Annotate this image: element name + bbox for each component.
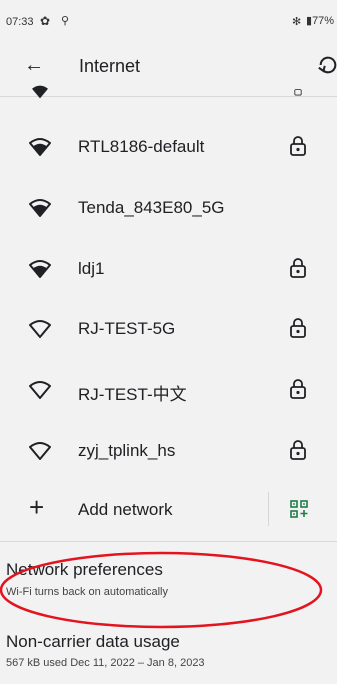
wifi-signal-icon — [29, 320, 51, 338]
battery-level: 77% — [312, 15, 335, 27]
wifi-network-row[interactable]: Tenda_843E80_5G — [0, 178, 337, 238]
add-network-label: Add network — [78, 500, 173, 519]
qr-code-scan-icon[interactable] — [290, 500, 308, 518]
status-time: 07:33 — [6, 16, 34, 28]
vertical-divider — [268, 492, 269, 526]
wifi-icon — [32, 85, 48, 99]
network-name: RJ-TEST-中文 — [78, 385, 187, 404]
wifi-network-row[interactable]: ldj1 — [0, 239, 337, 299]
network-name: Tenda_843E80_5G — [78, 198, 225, 217]
status-bar: 07:33 ✿ ⚲ ✻ ▮77% — [0, 0, 337, 40]
wifi-signal-icon — [29, 381, 51, 399]
network-name: RJ-TEST-5G — [78, 319, 176, 338]
page-title: Internet — [79, 56, 141, 76]
network-name: ldj1 — [78, 259, 105, 278]
lock-icon — [290, 136, 306, 156]
section-divider — [0, 541, 337, 542]
back-arrow-icon[interactable]: ← — [24, 53, 44, 77]
network-name: zyj_tplink_hs — [78, 441, 176, 460]
gear-icon: ✿ — [40, 14, 51, 28]
lock-icon — [290, 379, 306, 399]
non-carrier-data-usage-subtitle: 567 kB used Dec 11, 2022 – Jan 8, 2023 — [6, 657, 205, 669]
non-carrier-data-usage-item[interactable]: Non-carrier data usage 567 kB used Dec 1… — [0, 622, 337, 682]
wifi-signal-icon — [29, 260, 51, 278]
usb-icon: ⚲ — [61, 15, 70, 27]
wifi-signal-icon — [29, 442, 51, 460]
plus-icon: + — [29, 492, 45, 522]
lock-icon — [290, 440, 306, 460]
network-preferences-subtitle: Wi-Fi turns back on automatically — [6, 586, 168, 598]
lock-icon — [294, 89, 302, 96]
wifi-network-row[interactable]: RJ-TEST-5G — [0, 299, 337, 359]
network-preferences-title: Network preferences — [6, 560, 163, 579]
battery-indicator: ▮77% — [306, 15, 335, 27]
add-network-row[interactable]: + Add network — [0, 480, 337, 540]
network-name: RTL8186-default — [78, 137, 205, 156]
non-carrier-data-usage-title: Non-carrier data usage — [6, 632, 180, 651]
lock-icon — [290, 318, 306, 338]
wifi-network-row[interactable]: RTL8186-default — [0, 117, 337, 177]
lock-icon — [290, 258, 306, 278]
bluetooth-icon: ✻ — [292, 16, 302, 28]
wifi-signal-icon — [29, 199, 51, 217]
refresh-icon[interactable] — [317, 54, 337, 76]
wifi-network-row[interactable]: RJ-TEST-中文 — [0, 360, 337, 420]
network-preferences-item[interactable]: Network preferences Wi-Fi turns back on … — [0, 548, 337, 610]
wifi-signal-icon — [29, 138, 51, 156]
wifi-network-row[interactable]: zyj_tplink_hs — [0, 421, 337, 481]
